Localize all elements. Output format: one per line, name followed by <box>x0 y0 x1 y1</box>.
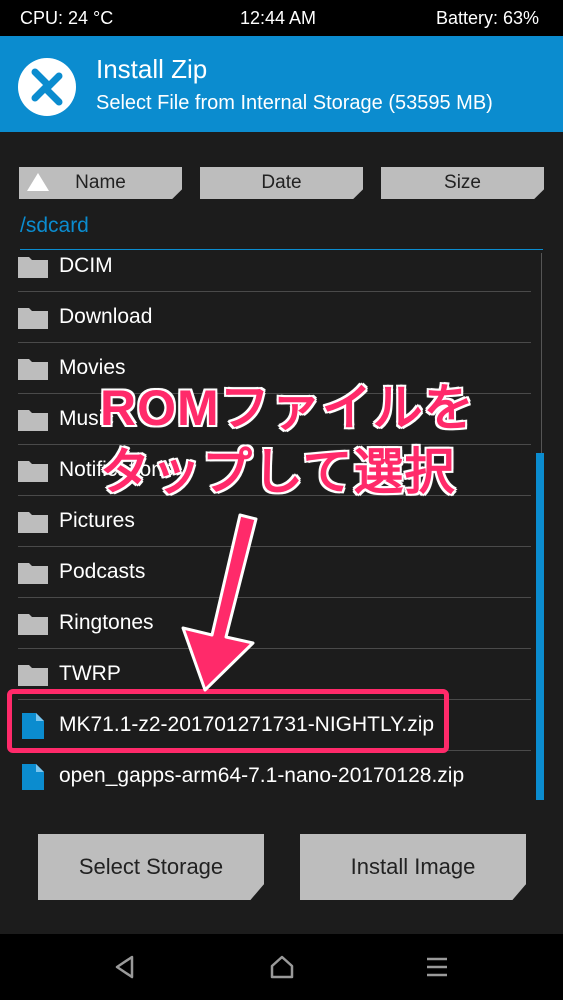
list-item-dcim[interactable]: DCIM <box>18 250 531 292</box>
back-icon[interactable] <box>112 954 138 980</box>
menu-icon[interactable] <box>424 955 450 979</box>
annotation-line-1: ROMファイルを <box>99 379 476 438</box>
clock: 12:44 AM <box>240 8 317 28</box>
page-title: Install Zip <box>96 54 208 84</box>
cpu-temp: CPU: 24 °C <box>20 8 114 28</box>
folder-icon <box>18 665 48 686</box>
folder-icon <box>18 308 48 329</box>
select-storage-button[interactable]: Select Storage <box>38 834 264 900</box>
list-item-podcasts[interactable]: Podcasts <box>18 546 531 598</box>
battery-level: Battery: 63% <box>435 8 539 28</box>
annotation-callout: ROMファイルを タップして選択 <box>99 368 476 502</box>
list-item-gapps-zip[interactable]: open_gapps-arm64-7.1-nano-20170128.zip <box>18 750 531 800</box>
folder-icon <box>18 512 48 533</box>
folder-icon <box>18 461 48 482</box>
install-image-button[interactable]: Install Image <box>300 834 526 900</box>
current-path: /sdcard <box>20 214 89 237</box>
folder-icon <box>18 257 48 278</box>
page-subtitle: Select File from Internal Storage (53595… <box>96 92 493 114</box>
highlight-box <box>7 689 449 753</box>
twrp-logo-icon <box>18 58 76 116</box>
folder-icon <box>18 410 48 431</box>
folder-icon <box>18 614 48 635</box>
sort-date-label: Date <box>261 172 302 193</box>
sort-by-date-button[interactable]: Date <box>200 167 363 199</box>
annotation-line-2: タップして選択 <box>99 443 457 502</box>
sort-by-size-button[interactable]: Size <box>381 167 544 199</box>
sort-ascending-icon <box>27 173 49 191</box>
app-header: Install Zip Select File from Internal St… <box>0 36 563 132</box>
folder-icon <box>18 359 48 380</box>
folder-icon <box>18 563 48 584</box>
home-icon[interactable] <box>268 954 296 980</box>
sort-name-label: Name <box>75 172 126 193</box>
navigation-bar <box>0 934 563 1000</box>
list-item-ringtones[interactable]: Ringtones <box>18 597 531 649</box>
scrollbar-thumb[interactable] <box>536 453 544 800</box>
sort-by-name-button[interactable]: Name <box>19 167 182 199</box>
sort-size-label: Size <box>444 172 481 193</box>
status-bar: CPU: 24 °C 12:44 AM Battery: 63% <box>0 0 563 36</box>
file-icon <box>22 764 44 790</box>
list-item-download[interactable]: Download <box>18 291 531 343</box>
